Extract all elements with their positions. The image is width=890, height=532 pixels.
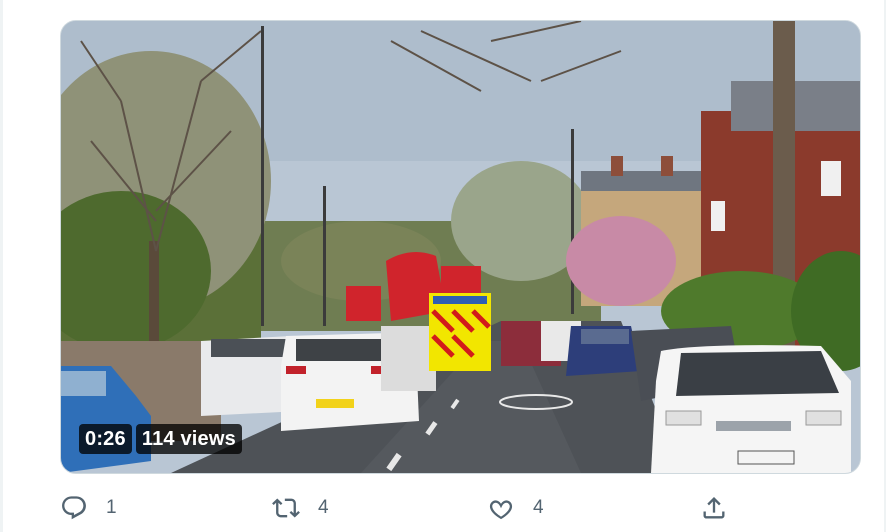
video-duration: 0:26 xyxy=(79,424,132,454)
video-frame xyxy=(61,21,860,473)
share-icon xyxy=(703,497,725,519)
timeline-right-border xyxy=(884,0,886,532)
retweet-count: 4 xyxy=(318,497,329,518)
tweet-action-bar: 1 4 4 xyxy=(60,490,760,526)
video-player[interactable] xyxy=(60,20,861,474)
retweet-icon xyxy=(272,498,300,518)
timeline-left-border xyxy=(0,0,3,532)
video-view-count: 114 views xyxy=(135,424,242,454)
retweet-button[interactable]: 4 xyxy=(272,490,329,526)
video-badge: 0:26 114 views xyxy=(79,423,242,455)
reply-count: 1 xyxy=(106,497,117,518)
share-button[interactable] xyxy=(700,490,728,526)
like-button[interactable]: 4 xyxy=(487,490,544,526)
heart-icon xyxy=(489,500,513,520)
reply-icon xyxy=(62,496,86,520)
like-count: 4 xyxy=(533,497,544,518)
reply-button[interactable]: 1 xyxy=(60,490,117,526)
